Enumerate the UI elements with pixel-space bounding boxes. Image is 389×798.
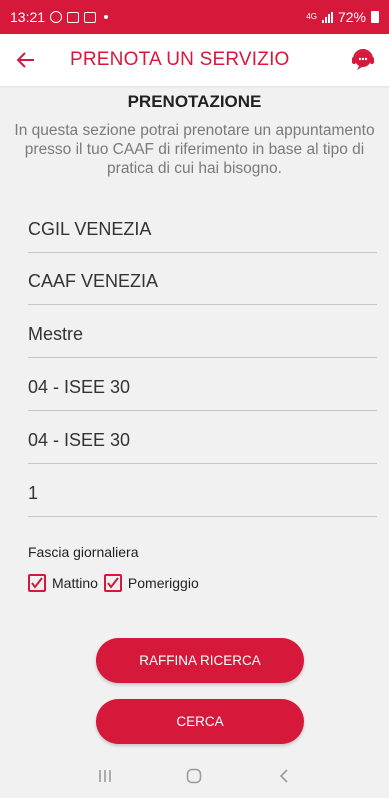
status-left: 13:21 — [10, 9, 109, 25]
morning-checkbox[interactable]: Mattino — [28, 574, 98, 592]
battery-percent: 72% — [337, 9, 366, 25]
status-bar: 13:21 4G 72% — [0, 0, 389, 34]
checkbox-checked-icon — [28, 574, 46, 592]
morning-label: Mattino — [52, 575, 98, 591]
app-header: PRENOTA UN SERVIZIO — [0, 34, 389, 86]
time-slot-label: Fascia giornaliera — [28, 544, 139, 560]
quantity-field[interactable]: 1 — [28, 466, 377, 517]
gallery-icon — [67, 11, 80, 23]
section-description: In questa sezione potrai prenotare un ap… — [14, 122, 375, 177]
afternoon-label: Pomeriggio — [127, 575, 199, 591]
service-detail-field[interactable]: 04 - ISEE 30 — [28, 413, 377, 464]
location-field[interactable]: Mestre — [28, 307, 377, 358]
support-chat-icon[interactable] — [351, 48, 375, 72]
service-field[interactable]: 04 - ISEE 30 — [28, 360, 377, 411]
home-icon[interactable] — [174, 761, 214, 791]
caaf-field[interactable]: CGIL VENEZIA — [28, 202, 377, 253]
mail-icon — [84, 11, 97, 23]
time-slot-options: Mattino Pomeriggio — [28, 574, 205, 592]
checkbox-checked-icon — [103, 574, 122, 592]
office-field[interactable]: CAAF VENEZIA — [28, 254, 377, 305]
section-title: PRENOTAZIONE — [127, 92, 262, 111]
whatsapp-icon — [50, 11, 63, 23]
status-right: 4G 72% — [306, 9, 379, 25]
system-nav-bar — [0, 754, 389, 798]
back-arrow-icon[interactable] — [0, 34, 52, 86]
signal-icon — [321, 11, 333, 23]
search-button[interactable]: CERCA — [96, 699, 304, 744]
refine-search-button[interactable]: RAFFINA RICERCA — [96, 638, 304, 683]
notification-dot-icon — [104, 15, 109, 19]
recent-apps-icon[interactable] — [85, 761, 125, 791]
network-type: 4G — [306, 12, 317, 21]
back-nav-icon[interactable] — [264, 761, 304, 791]
battery-icon — [371, 11, 379, 23]
afternoon-checkbox[interactable]: Pomeriggio — [103, 574, 199, 592]
page-title: PRENOTA UN SERVIZIO — [70, 49, 290, 70]
status-time: 13:21 — [10, 9, 46, 25]
